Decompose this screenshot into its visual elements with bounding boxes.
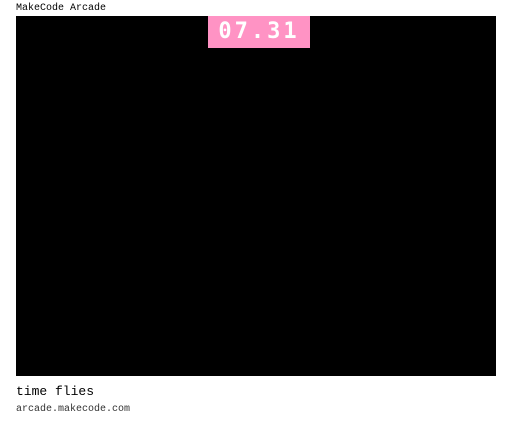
site-url: arcade.makecode.com [16,404,131,415]
timer-value: 07.31 [218,19,300,44]
countdown-timer: 07.31 [208,16,310,48]
game-title: time flies [16,384,95,399]
app-title: MakeCode Arcade [16,3,107,14]
game-screen[interactable]: 07.31 [16,16,496,376]
